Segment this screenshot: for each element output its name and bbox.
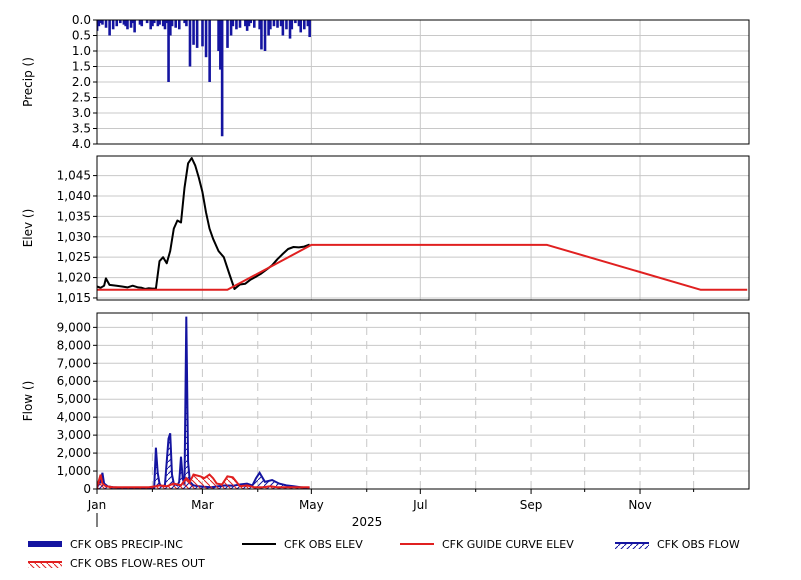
legend-label: CFK OBS PRECIP-INC	[70, 538, 183, 551]
y-tick-label: 1,020	[57, 271, 91, 285]
precip-bar	[208, 20, 211, 82]
legend-item: CFK OBS FLOW	[615, 538, 740, 551]
y-tick-label: 0.5	[72, 29, 91, 43]
plot-area	[97, 313, 749, 489]
precip-bar	[231, 20, 235, 27]
y-axis-label: Precip ()	[21, 57, 35, 107]
precip-bar	[140, 20, 144, 27]
legend-label: CFK OBS FLOW	[657, 538, 740, 551]
precip-bar	[177, 20, 181, 30]
x-tick-label: Jul	[412, 498, 427, 512]
y-tick-label: 1.5	[72, 60, 91, 74]
precip-bar	[111, 20, 115, 30]
precip-bar	[188, 20, 192, 67]
precip-bar	[269, 20, 272, 30]
y-tick-label: 3,000	[57, 428, 91, 442]
precip-bar	[299, 20, 303, 33]
y-tick-label: 0	[83, 482, 91, 496]
precip-bar	[235, 20, 238, 30]
y-tick-label: 5,000	[57, 392, 91, 406]
precip-bar	[272, 20, 276, 27]
y-axis-label: Elev ()	[21, 209, 35, 248]
precip-bar	[263, 20, 267, 51]
precip-bar	[104, 20, 108, 28]
y-tick-label: 2,000	[57, 446, 91, 460]
precip-bar	[115, 20, 119, 27]
y-tick-label: 7,000	[57, 356, 91, 370]
x-year-label: 2025	[352, 515, 383, 529]
precip-bar	[192, 20, 195, 45]
precip-bar	[290, 20, 294, 30]
y-tick-label: 2.5	[72, 91, 91, 105]
precip-bar	[276, 20, 279, 28]
y-tick-label: 9,000	[57, 320, 91, 334]
y-tick-label: 1,000	[57, 464, 91, 478]
y-tick-label: 1,030	[57, 230, 91, 244]
precip-bar	[238, 20, 242, 28]
y-tick-label: 3.0	[72, 106, 91, 120]
y-tick-label: 0.0	[72, 13, 91, 27]
precip-bar	[108, 20, 111, 36]
precip-bar	[170, 20, 174, 27]
panel-3: 0 1,000 2,000 3,000 4,000 5,000 6,000 7,000 8,00…	[21, 312, 750, 529]
precip-bar	[185, 20, 188, 27]
legend-label: CFK OBS ELEV	[284, 538, 363, 551]
precip-bar	[126, 20, 129, 30]
precip-bar	[201, 20, 204, 47]
y-tick-label: 1.0	[72, 44, 91, 58]
legend: CFK OBS PRECIP-INC CFK OBS ELEV CFK GUIDE …	[28, 538, 740, 570]
precip-bar	[158, 20, 161, 25]
precip-bar	[101, 20, 104, 25]
legend-swatch	[28, 541, 62, 547]
plot-area	[97, 156, 749, 300]
legend-item: CFK GUIDE CURVE ELEV	[400, 538, 574, 551]
legend-item: CFK OBS ELEV	[242, 538, 363, 551]
precip-bar	[285, 20, 288, 30]
y-tick-label: 6,000	[57, 374, 91, 388]
legend-label: CFK GUIDE CURVE ELEV	[442, 538, 574, 551]
y-tick-label: 3.5	[72, 122, 91, 136]
y-tick-label: 1,045	[57, 169, 91, 183]
precip-bar	[204, 20, 208, 58]
precip-bar	[308, 20, 311, 38]
y-tick-label: 1,025	[57, 250, 91, 264]
x-tick-label: Sep	[520, 498, 543, 512]
precip-bar	[303, 20, 306, 30]
hydrology-chart: 0.0 0.51.0 1.52.0 2.53.0 3.54.0 Precip () 1,01…	[21, 13, 750, 570]
precip-bar	[133, 20, 136, 33]
y-tick-label: 1,040	[57, 189, 91, 203]
x-tick-label: Mar	[191, 498, 214, 512]
panel-2: 1,015 1,020 1,025 1,030 1,035 1,040 1,045 Elev …	[21, 155, 750, 305]
y-tick-label: 4,000	[57, 410, 91, 424]
x-tick-label: Jan	[87, 498, 107, 512]
legend-item: CFK OBS FLOW-RES OUT	[28, 557, 205, 570]
y-tick-label: 8,000	[57, 338, 91, 352]
y-tick-label: 4.0	[72, 137, 91, 151]
legend-label: CFK OBS FLOW-RES OUT	[70, 557, 205, 570]
y-axis-label: Flow ()	[21, 381, 35, 422]
precip-bar	[220, 20, 224, 137]
y-tick-label: 1,035	[57, 209, 91, 223]
x-tick-label: May	[299, 498, 324, 512]
precip-bar	[226, 20, 229, 48]
y-tick-label: 2.0	[72, 75, 91, 89]
precip-bar	[260, 20, 263, 50]
precip-bar	[195, 20, 199, 48]
precip-bar	[174, 20, 177, 28]
precip-bar	[252, 20, 256, 28]
precip-bar	[281, 20, 285, 36]
legend-item: CFK OBS PRECIP-INC	[28, 538, 183, 551]
x-tick-label: Nov	[628, 498, 651, 512]
y-tick-label: 1,015	[57, 291, 91, 305]
panel-1: 0.0 0.51.0 1.52.0 2.53.0 3.54.0 Precip ()	[21, 13, 750, 151]
